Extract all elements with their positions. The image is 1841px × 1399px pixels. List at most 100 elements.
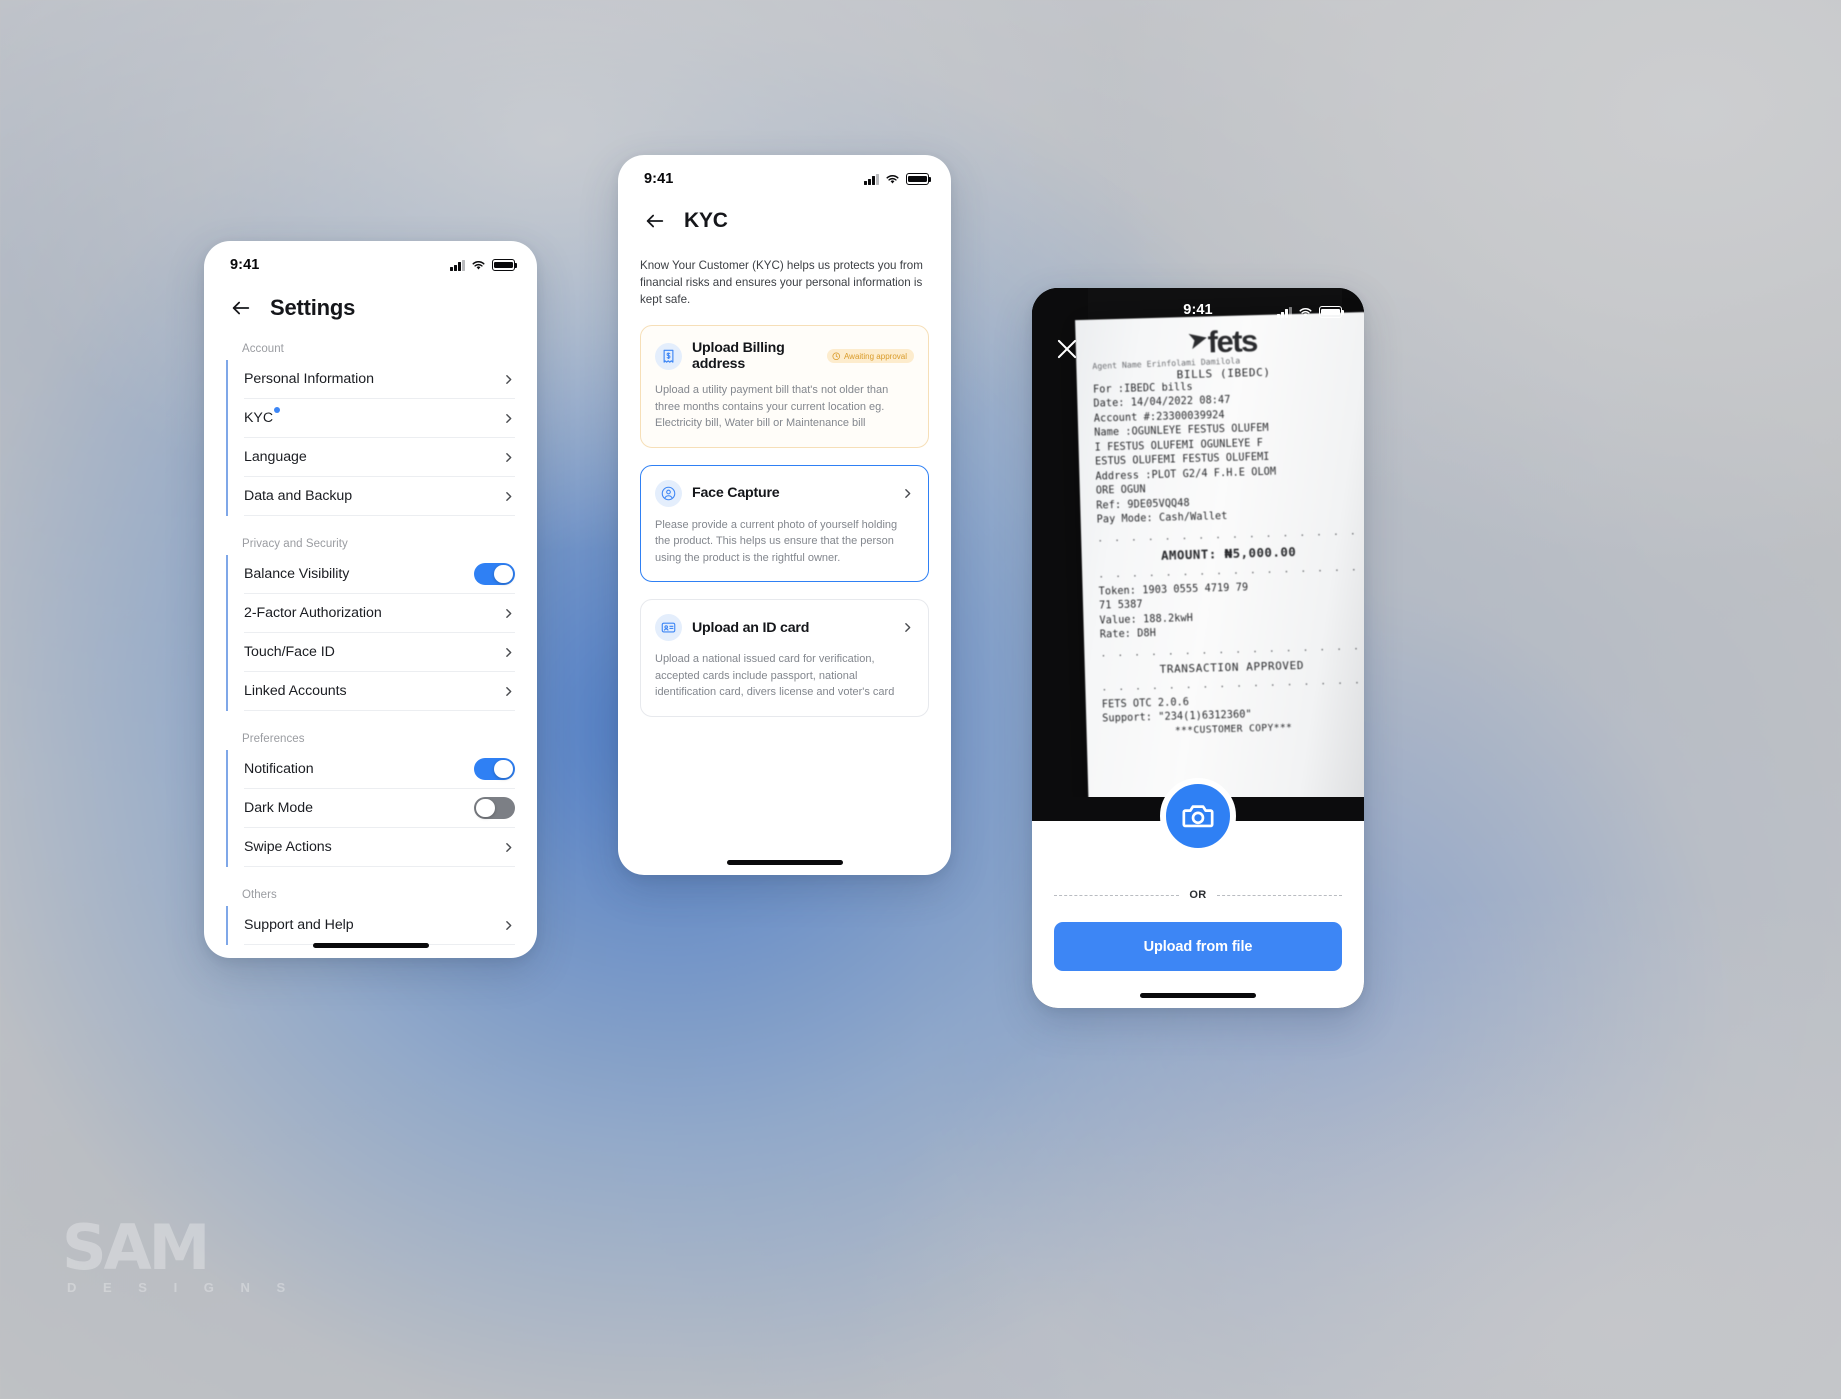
settings-group-others: Others Support and Help [226, 889, 515, 945]
kyc-card-title: Face Capture [692, 485, 780, 502]
sidebar-item-data-and-backup[interactable]: Data and Backup [244, 477, 515, 516]
kyc-navbar: KYC [618, 189, 951, 233]
arrow-left-icon[interactable] [230, 297, 252, 319]
watermark-name: SAM [62, 1211, 210, 1284]
row-label: Swipe Actions [244, 839, 332, 855]
group-items-others: Support and Help [226, 906, 515, 945]
kyc-card-description: Upload a national issued card for verifi… [655, 653, 895, 699]
kyc-content: Know Your Customer (KYC) helps us protec… [618, 233, 951, 717]
setting-dark-mode[interactable]: Dark Mode [244, 789, 515, 828]
setting-support-and-help[interactable]: Support and Help [244, 906, 515, 945]
row-label: Touch/Face ID [244, 644, 335, 660]
group-label-privacy: Privacy and Security [242, 538, 348, 550]
setting-balance-visibility[interactable]: Balance Visibility [244, 555, 515, 594]
group-items-preferences: Notification Dark Mode Swipe Actions [226, 750, 515, 867]
chevron-right-icon [901, 487, 914, 500]
row-label: Personal Information [244, 371, 374, 387]
row-label: KYC [244, 407, 281, 426]
watermark-sam-designs: SAM D E S I G N S [62, 1211, 297, 1295]
setting-touch-face-id[interactable]: Touch/Face ID [244, 633, 515, 672]
dark-mode-toggle[interactable] [474, 796, 515, 820]
badge-text: Awaiting approval [843, 351, 907, 361]
receipt-divider: . . . . . . . . . . . . . . . . . . . . … [1098, 562, 1360, 581]
status-icons [864, 173, 932, 185]
sidebar-item-kyc[interactable]: KYC [244, 399, 515, 438]
wifi-icon [1298, 307, 1313, 318]
toggle-knob [475, 798, 495, 818]
wifi-icon [885, 174, 900, 185]
user-circle-icon [655, 479, 682, 507]
setting-2-factor-authorization[interactable]: 2-Factor Authorization [244, 594, 515, 633]
settings-list: Account Personal Information KYC Languag… [204, 343, 537, 945]
row-label: Dark Mode [244, 800, 313, 816]
group-label-preferences: Preferences [242, 733, 305, 745]
setting-linked-accounts[interactable]: Linked Accounts [244, 672, 515, 711]
sidebar-item-language[interactable]: Language [244, 438, 515, 477]
settings-group-preferences: Preferences Notification Dark Mode Swipe… [226, 733, 515, 867]
battery-icon [492, 259, 518, 271]
close-x-icon[interactable] [1054, 336, 1080, 362]
battery-icon [906, 173, 932, 185]
receipt-amount: AMOUNT: ₦5,000.00 [1160, 543, 1297, 563]
arrow-left-icon[interactable] [644, 210, 666, 232]
status-bar: 9:41 [618, 155, 951, 189]
balance-visibility-toggle[interactable] [474, 562, 515, 586]
row-label: Notification [244, 761, 314, 777]
row-label: Balance Visibility [244, 566, 350, 582]
receipt-approved: TRANSACTION APPROVED [1159, 658, 1305, 676]
receipt-divider: . . . . . . . . . . . . . . . . . . . . … [1101, 675, 1363, 694]
battery-icon [1319, 306, 1345, 318]
settings-group-account: Account Personal Information KYC Languag… [226, 343, 515, 516]
notification-toggle[interactable] [474, 757, 515, 781]
clock-icon [832, 352, 841, 361]
swoosh-icon: ➤ [1185, 325, 1209, 354]
camera-icon [1181, 799, 1215, 833]
row-label: Support and Help [244, 917, 354, 933]
kyc-card-title: Upload Billing address [692, 340, 785, 373]
settings-group-privacy: Privacy and Security Balance Visibility … [226, 538, 515, 711]
chevron-right-icon [502, 412, 515, 425]
home-indicator [726, 860, 843, 865]
receipt-divider: . . . . . . . . . . . . . . . . . . . . … [1097, 526, 1359, 545]
divider-right [1216, 894, 1342, 896]
kyc-card-upload-id-card[interactable]: Upload an ID card Upload a national issu… [640, 599, 929, 717]
page-title: Settings [270, 295, 356, 320]
receipt-bill-icon [655, 342, 682, 370]
setting-swipe-actions[interactable]: Swipe Actions [244, 828, 515, 867]
row-label: Language [244, 449, 307, 465]
row-label-text: KYC [244, 410, 274, 426]
kyc-card-title: Upload an ID card [692, 619, 810, 636]
home-indicator [1140, 993, 1256, 998]
divider-left [1054, 894, 1180, 896]
chevron-right-icon [502, 607, 515, 620]
wifi-icon [471, 260, 486, 271]
chevron-right-icon [502, 841, 515, 854]
row-label: Data and Backup [244, 488, 353, 504]
row-label: Linked Accounts [244, 683, 347, 699]
id-card-icon [655, 614, 682, 642]
upload-from-file-button[interactable]: Upload from file [1054, 922, 1342, 971]
kyc-card-header: Upload an ID card [655, 614, 914, 642]
status-bar: 9:41 [1032, 288, 1364, 322]
status-icons [450, 259, 518, 271]
status-bar: 9:41 [204, 241, 537, 275]
status-badge-awaiting-approval: Awaiting approval [827, 349, 914, 364]
kyc-card-header: Face Capture [655, 479, 914, 507]
watermark-subtitle: D E S I G N S [67, 1279, 297, 1295]
camera-shutter-button[interactable] [1160, 778, 1236, 854]
status-time: 9:41 [1183, 302, 1213, 318]
kyc-intro-text: Know Your Customer (KYC) helps us protec… [640, 259, 923, 307]
kyc-card-face-capture[interactable]: Face Capture Please provide a current ph… [640, 464, 929, 583]
chevron-right-icon [502, 919, 515, 932]
kyc-card-description: Upload a utility payment bill that's not… [655, 384, 889, 430]
camera-action-sheet: OR Upload from file [1032, 778, 1364, 1008]
phone-camera-capture-screen: ➤fets Agent Name Erinfolami Damilola BIL… [1032, 288, 1364, 1008]
setting-notification[interactable]: Notification [244, 750, 515, 789]
home-indicator [312, 943, 429, 948]
sidebar-item-personal-information[interactable]: Personal Information [244, 360, 515, 399]
kyc-card-upload-billing-address[interactable]: Upload Billing address Awaiting approval… [640, 325, 929, 448]
group-items-account: Personal Information KYC Language Data a… [226, 360, 515, 516]
chevron-right-icon [901, 621, 914, 634]
receipt-photo: ➤fets Agent Name Erinfolami Damilola BIL… [1075, 312, 1364, 820]
group-label-others: Others [242, 889, 277, 901]
